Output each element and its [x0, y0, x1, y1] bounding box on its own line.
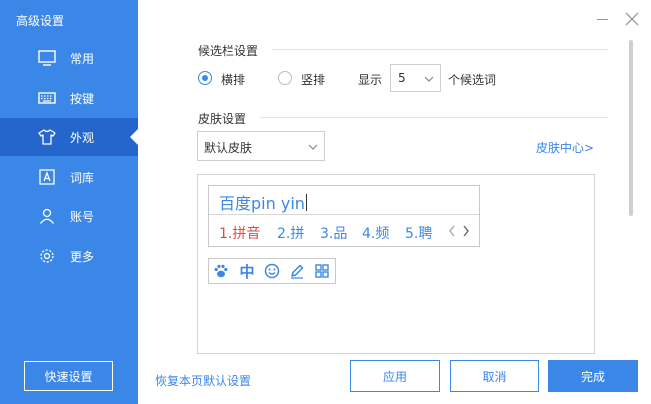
paw-icon[interactable]	[212, 262, 230, 280]
cancel-button[interactable]: 取消	[450, 360, 539, 392]
vertical-radio[interactable]	[278, 71, 292, 85]
candidate-count-suffix: 个候选词	[448, 73, 497, 87]
grid-icon[interactable]	[313, 262, 331, 280]
chevron-down-icon	[308, 141, 318, 155]
skin-section-title: 皮肤设置	[198, 112, 247, 126]
minimize-icon[interactable]	[597, 19, 608, 20]
ime-input-prefix: 百度	[219, 194, 252, 213]
candidate-count-value: 5	[398, 71, 406, 85]
ime-composition: 百度pin yin	[219, 190, 307, 214]
sidebar-item-label: 按键	[70, 92, 95, 106]
lexicon-a-icon	[38, 168, 56, 186]
chevron-left-icon[interactable]	[447, 224, 457, 238]
candidate-item[interactable]: 3.品	[320, 223, 347, 243]
sidebar-item-more[interactable]: 更多	[0, 237, 138, 275]
skin-select[interactable]: 默认皮肤	[197, 131, 325, 161]
chevron-down-icon	[424, 73, 434, 87]
user-icon	[38, 207, 56, 225]
sidebar-item-label: 词库	[70, 171, 95, 185]
candidate-item[interactable]: 4.频	[362, 223, 389, 243]
monitor-icon	[38, 49, 56, 67]
sidebar-item-lexicon[interactable]: 词库	[0, 158, 138, 196]
chinese-mode-icon[interactable]: 中	[238, 262, 256, 281]
sidebar-item-label: 常用	[70, 52, 95, 66]
quick-settings-button[interactable]: 快速设置	[24, 361, 113, 391]
gear-icon	[38, 247, 56, 265]
section-divider	[260, 117, 608, 118]
pen-icon[interactable]	[288, 262, 306, 280]
vertical-label: 竖排	[301, 73, 326, 87]
show-count-label: 显示	[358, 73, 383, 87]
ime-input-pinyin: pin yin	[251, 194, 305, 213]
skin-select-value: 默认皮肤	[204, 141, 253, 155]
candidate-count-select[interactable]: 5	[390, 64, 441, 92]
keyboard-icon	[38, 89, 56, 107]
window-title: 高级设置	[16, 14, 65, 28]
candidate-bar-section-title: 候选栏设置	[198, 44, 259, 58]
text-cursor	[305, 194, 307, 211]
apply-button[interactable]: 应用	[350, 360, 440, 392]
candidate-item[interactable]: 1.拼音	[219, 223, 260, 243]
sidebar-item-common[interactable]: 常用	[0, 39, 138, 77]
ime-divider	[209, 214, 479, 215]
chevron-right-icon[interactable]	[461, 224, 471, 238]
vertical-scrollbar[interactable]	[629, 40, 633, 216]
close-icon[interactable]	[623, 10, 641, 28]
candidate-item[interactable]: 2.拼	[277, 223, 304, 243]
horizontal-label: 横排	[221, 73, 246, 87]
sidebar-item-label: 外观	[70, 131, 95, 145]
skin-center-link[interactable]: 皮肤中心>	[536, 139, 594, 156]
emoji-icon[interactable]	[263, 262, 281, 280]
reset-defaults-link[interactable]: 恢复本页默认设置	[155, 372, 251, 389]
sidebar-item-account[interactable]: 账号	[0, 197, 138, 235]
horizontal-radio[interactable]	[198, 71, 212, 85]
candidate-item[interactable]: 5.聘	[405, 223, 432, 243]
sidebar-item-appearance[interactable]: 外观	[0, 118, 138, 156]
sidebar-item-label: 更多	[70, 250, 95, 264]
section-divider	[272, 49, 608, 50]
sidebar: 高级设置 常用 按键 外观 词库 账号 更多 快速设置	[0, 0, 138, 404]
sidebar-item-label: 账号	[70, 210, 95, 224]
done-button[interactable]: 完成	[548, 360, 638, 392]
tshirt-icon	[38, 128, 56, 146]
sidebar-item-keys[interactable]: 按键	[0, 79, 138, 117]
